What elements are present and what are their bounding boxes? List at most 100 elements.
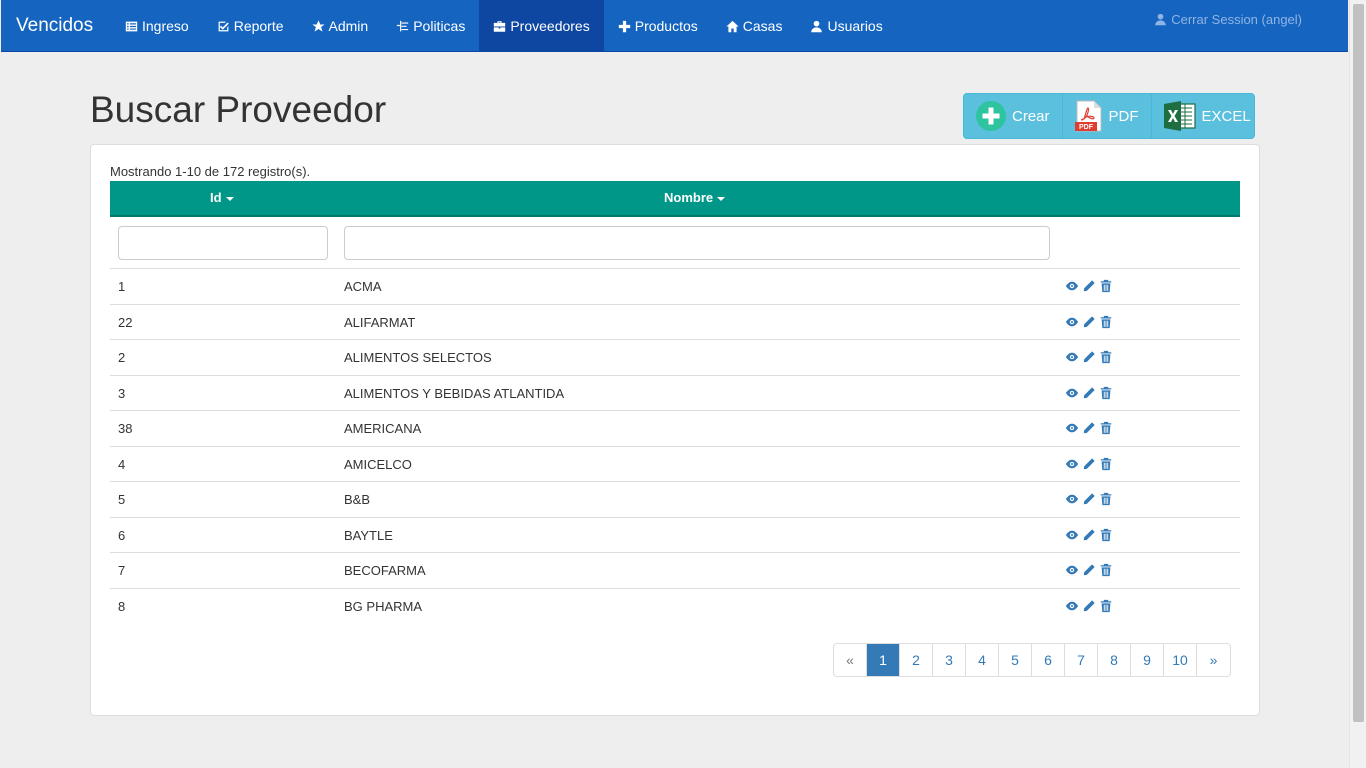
nav-label-politicas: Politicas xyxy=(413,18,466,34)
delete-trash-icon[interactable] xyxy=(1099,492,1113,506)
cell-nombre: ACMA xyxy=(344,279,382,294)
table-row: 7 BECOFARMA xyxy=(110,553,1240,589)
delete-trash-icon[interactable] xyxy=(1099,315,1113,329)
column-header-nombre[interactable]: Nombre xyxy=(664,181,726,215)
view-eye-icon[interactable] xyxy=(1065,279,1079,293)
nav-item-casas[interactable]: Casas xyxy=(712,0,797,52)
cell-nombre: AMERICANA xyxy=(344,421,422,436)
excel-button[interactable]: EXCEL xyxy=(1152,94,1263,138)
cell-nombre: ALIMENTOS Y BEBIDAS ATLANTIDA xyxy=(344,385,565,401)
pagination-prev[interactable]: « xyxy=(834,644,867,676)
table-row: 3 ALIMENTOS Y BEBIDAS ATLANTIDA xyxy=(110,376,1240,411)
scrollbar-thumb[interactable] xyxy=(1353,4,1364,722)
create-button[interactable]: Crear xyxy=(964,94,1063,138)
brand[interactable]: Vencidos xyxy=(16,0,93,52)
table-row: 2 ALIMENTOS SELECTOS xyxy=(110,340,1240,376)
pagination-page-5[interactable]: 5 xyxy=(999,644,1032,676)
logout-link[interactable]: Cerrar Session (angel) xyxy=(1154,12,1302,27)
pagination-page-8[interactable]: 8 xyxy=(1098,644,1131,676)
nav-item-ingreso[interactable]: Ingreso xyxy=(111,0,203,52)
view-eye-icon[interactable] xyxy=(1065,315,1079,329)
pagination-page-2[interactable]: 2 xyxy=(900,644,933,676)
edit-pencil-icon[interactable] xyxy=(1082,457,1096,471)
edit-pencil-icon[interactable] xyxy=(1082,315,1096,329)
table-row: 38 AMERICANA xyxy=(110,411,1240,447)
cell-id: 5 xyxy=(118,492,126,507)
row-actions xyxy=(1065,386,1113,400)
nav-label-reporte: Reporte xyxy=(233,18,284,34)
pagination-page-10[interactable]: 10 xyxy=(1164,644,1197,676)
row-actions xyxy=(1065,279,1113,293)
row-actions xyxy=(1065,528,1113,542)
delete-trash-icon[interactable] xyxy=(1099,279,1113,293)
view-eye-icon[interactable] xyxy=(1065,563,1079,577)
delete-trash-icon[interactable] xyxy=(1099,350,1113,364)
nav-label-admin: Admin xyxy=(328,18,369,34)
edit-pencil-icon[interactable] xyxy=(1082,386,1096,400)
filter-row xyxy=(110,217,1240,269)
pagination-page-9[interactable]: 9 xyxy=(1131,644,1164,676)
view-eye-icon[interactable] xyxy=(1065,457,1079,471)
sort-caret-icon xyxy=(717,196,726,201)
edit-pencil-icon[interactable] xyxy=(1082,599,1096,613)
briefcase-icon xyxy=(494,20,506,32)
nav-item-usuarios[interactable]: Usuarios xyxy=(796,0,896,52)
column-header-nombre-label: Nombre xyxy=(664,190,714,205)
delete-trash-icon[interactable] xyxy=(1099,599,1113,613)
edit-pencil-icon[interactable] xyxy=(1082,421,1096,435)
nav-item-proveedores[interactable]: Proveedores xyxy=(479,0,604,52)
vertical-scrollbar[interactable] xyxy=(1349,0,1366,768)
column-header-id[interactable]: Id xyxy=(210,181,234,215)
list-alt-icon xyxy=(125,21,138,31)
delete-trash-icon[interactable] xyxy=(1099,386,1113,400)
view-eye-icon[interactable] xyxy=(1065,350,1079,364)
cell-nombre: AMICELCO xyxy=(344,456,412,472)
pagination-page-1[interactable]: 1 xyxy=(867,644,900,676)
pdf-file-icon: PDF xyxy=(1074,100,1102,132)
nav-item-productos[interactable]: Productos xyxy=(604,0,712,52)
pagination-page-7[interactable]: 7 xyxy=(1065,644,1098,676)
cell-nombre: B&B xyxy=(344,492,371,507)
nav-item-reporte[interactable]: Reporte xyxy=(203,0,298,52)
nav-label-proveedores: Proveedores xyxy=(510,18,590,34)
row-actions xyxy=(1065,599,1113,613)
pagination-page-4[interactable]: 4 xyxy=(966,644,999,676)
delete-trash-icon[interactable] xyxy=(1099,457,1113,471)
pagination-page-6[interactable]: 6 xyxy=(1032,644,1065,676)
table-row: 5 B&B xyxy=(110,482,1240,518)
id-filter-input[interactable] xyxy=(118,226,328,260)
edit-pencil-icon[interactable] xyxy=(1082,528,1096,542)
row-actions xyxy=(1065,492,1113,506)
nav-label-casas: Casas xyxy=(742,18,783,34)
nav-label-ingreso: Ingreso xyxy=(142,18,189,34)
view-eye-icon[interactable] xyxy=(1065,386,1079,400)
cell-id: 22 xyxy=(118,314,133,330)
edit-pencil-icon[interactable] xyxy=(1082,350,1096,364)
view-eye-icon[interactable] xyxy=(1065,492,1079,506)
pagination-next[interactable]: » xyxy=(1197,644,1230,676)
action-button-group: Crear PDF PDF EXCEL xyxy=(963,93,1255,139)
delete-trash-icon[interactable] xyxy=(1099,421,1113,435)
plus-icon xyxy=(618,20,630,32)
delete-trash-icon[interactable] xyxy=(1099,563,1113,577)
view-eye-icon[interactable] xyxy=(1065,599,1079,613)
pagination-page-3[interactable]: 3 xyxy=(933,644,966,676)
pdf-button[interactable]: PDF PDF xyxy=(1063,94,1152,138)
pagination: «1 2 3 4 5 6 7 8 9 10» xyxy=(833,643,1231,677)
edit-pencil-icon[interactable] xyxy=(1082,492,1096,506)
cell-id: 3 xyxy=(118,385,126,401)
delete-trash-icon[interactable] xyxy=(1099,528,1113,542)
nombre-filter-input[interactable] xyxy=(344,226,1050,260)
view-eye-icon[interactable] xyxy=(1065,528,1079,542)
table-row: 1 ACMA xyxy=(110,269,1240,305)
nav-item-admin[interactable]: Admin xyxy=(298,0,383,52)
view-eye-icon[interactable] xyxy=(1065,421,1079,435)
cell-nombre: ALIMENTOS SELECTOS xyxy=(344,350,492,365)
edit-pencil-icon[interactable] xyxy=(1082,563,1096,577)
nav-item-politicas[interactable]: Politicas xyxy=(382,0,479,52)
sort-caret-icon xyxy=(225,196,234,201)
table-row: 8 BG PHARMA xyxy=(110,589,1240,625)
pdf-label: PDF xyxy=(1108,107,1139,125)
edit-pencil-icon[interactable] xyxy=(1082,279,1096,293)
table-row: 6 BAYTLE xyxy=(110,518,1240,553)
